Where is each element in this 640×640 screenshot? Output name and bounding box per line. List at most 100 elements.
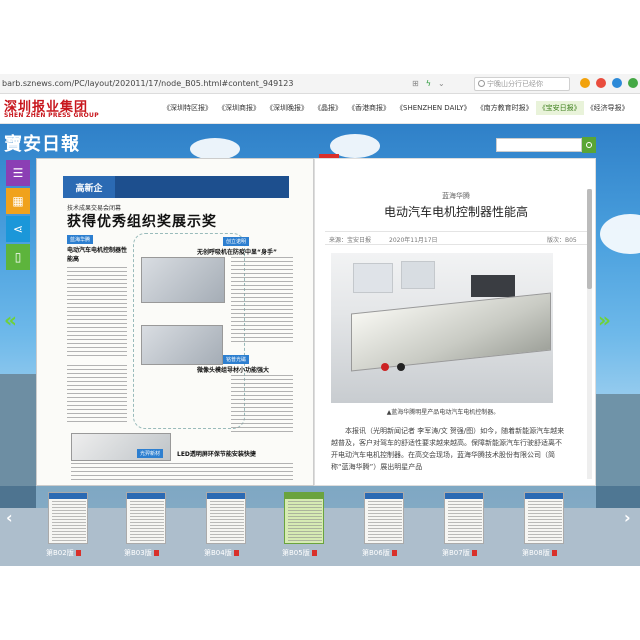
- thumbnail-page[interactable]: [524, 492, 564, 544]
- photo-display: [353, 263, 393, 293]
- article-date: 2020年11月17日: [389, 237, 438, 244]
- prev-page-arrow[interactable]: «: [4, 308, 17, 332]
- product-photo[interactable]: [141, 325, 223, 365]
- browser-search-placeholder: 宁晚山分行已经你: [487, 80, 543, 88]
- article-title: 电动汽车电机控制器性能高: [383, 205, 528, 219]
- browser-search-input[interactable]: 宁晚山分行已经你: [474, 77, 570, 91]
- address-bar-icons: ⊞ ϟ ⌄: [412, 79, 445, 88]
- article-photo[interactable]: [331, 253, 553, 403]
- thumb-lines: [130, 501, 164, 541]
- page-thumbnails: ‹ › 第B02版 第B03版 第B04版 第B05版 第B06版 第B07版 …: [0, 486, 640, 566]
- article-body: 本报讯（光明新闻记者 李军涛/文 贺强/图）如今，随着新能源汽车越来越普及，客户…: [331, 427, 565, 471]
- article-link[interactable]: LED透明屏环保节能安装快捷: [177, 449, 256, 458]
- nav-item[interactable]: 《深圳商报》: [215, 101, 263, 115]
- search-icon: [586, 142, 592, 148]
- page-footer-space: [0, 566, 640, 640]
- thumb-band: [445, 493, 483, 499]
- photo-terminal: [381, 363, 389, 371]
- photo-controller: [351, 292, 551, 372]
- menu-icon: ☰: [12, 166, 24, 180]
- page-header-band: 高新企: [63, 176, 289, 198]
- text-column: [71, 463, 293, 481]
- article-link[interactable]: 微像头模组导材小功能强大: [197, 365, 269, 374]
- thumb-band: [49, 493, 87, 499]
- scrollbar-thumb[interactable]: [587, 189, 592, 289]
- section-label: 铭普光磁: [223, 355, 250, 364]
- photo-terminal: [397, 363, 405, 371]
- site-search-button[interactable]: [582, 137, 596, 153]
- nav-item[interactable]: 《晶报》: [311, 101, 345, 115]
- thumbnail-label[interactable]: 第B05版: [282, 548, 317, 558]
- thumbnail-page[interactable]: [444, 492, 484, 544]
- extension-icon[interactable]: [628, 78, 638, 88]
- article-link[interactable]: 电动汽车电机控制器性能高: [67, 245, 127, 263]
- share-icon: ⋖: [12, 222, 24, 236]
- page-root: barb.sznews.com/PC/layout/202011/17/node…: [0, 0, 640, 640]
- thumb-lines: [52, 501, 86, 541]
- extension-icon[interactable]: [596, 78, 606, 88]
- article-meta: 来源：宝安日报 2020年11月17日 版次：B05: [325, 231, 587, 245]
- thumbnail-label[interactable]: 第B04版: [204, 548, 239, 558]
- section-label: 创立诺明: [223, 237, 250, 246]
- text-column: [67, 267, 127, 357]
- reader-area: 寶安日報 ☰ ▦ ⋖ ▯ « » 高新企 技术成果交易会闭幕 获得优秀组织奖展示…: [0, 124, 640, 508]
- mobile-button[interactable]: ▯: [6, 244, 30, 270]
- url-field[interactable]: barb.sznews.com/PC/layout/202011/17/node…: [2, 79, 412, 88]
- thumb-band: [525, 493, 563, 499]
- thumbnail-page-active[interactable]: [284, 492, 324, 544]
- nav-item[interactable]: 《南方教育时报》: [474, 101, 536, 115]
- side-toolbar: ☰ ▦ ⋖ ▯: [6, 160, 30, 272]
- extension-icon[interactable]: [580, 78, 590, 88]
- thumbnail-label[interactable]: 第B02版: [46, 548, 81, 558]
- nav-item[interactable]: 《香港商报》: [345, 101, 393, 115]
- thumbnail-label[interactable]: 第B06版: [362, 548, 397, 558]
- menu-button[interactable]: ☰: [6, 160, 30, 186]
- nav-item[interactable]: 《深圳特区报》: [160, 101, 215, 115]
- nav-item[interactable]: 《经济导报》: [584, 101, 632, 115]
- thumbnail-page[interactable]: [126, 492, 166, 544]
- thumb-lines: [368, 501, 402, 541]
- thumbs-next-arrow[interactable]: ›: [624, 508, 631, 527]
- newspaper-page[interactable]: 高新企 技术成果交易会闭幕 获得优秀组织奖展示奖 蓝海华腾 电动汽车电机控制器性…: [36, 158, 314, 486]
- thumb-band: [285, 493, 323, 499]
- next-page-arrow[interactable]: »: [598, 308, 611, 332]
- site-header: 深圳报业集团 SHEN ZHEN PRESS GROUP 《深圳特区报》 《深圳…: [0, 94, 640, 124]
- thumb-lines: [288, 501, 322, 541]
- product-photo[interactable]: [141, 257, 225, 303]
- photo-display: [401, 261, 435, 289]
- newspaper-brand: 寶安日報: [4, 134, 80, 155]
- thumb-lines: [210, 501, 244, 541]
- site-search-input[interactable]: [496, 138, 582, 152]
- chevron-down-icon[interactable]: ⌄: [438, 79, 445, 88]
- section-label: 光羿新材: [137, 449, 164, 458]
- article-source: 来源：宝安日报: [329, 237, 372, 244]
- nav-item[interactable]: 《深圳晚报》: [263, 101, 311, 115]
- article-scrollbar[interactable]: [587, 189, 592, 479]
- grid-icon[interactable]: ⊞: [412, 79, 419, 88]
- newspaper-nav: 《深圳特区报》 《深圳商报》 《深圳晚报》 《晶报》 《香港商报》 《SHENZ…: [160, 101, 632, 115]
- nav-item-active[interactable]: 《宝安日报》: [535, 101, 584, 115]
- thumbnail-page[interactable]: [364, 492, 404, 544]
- article-link[interactable]: 无创呼吸机在防疫中显“身手”: [197, 247, 277, 256]
- text-column: [231, 257, 293, 345]
- thumbnail-label[interactable]: 第B07版: [442, 548, 477, 558]
- browser-extensions: [580, 78, 638, 88]
- thumbnail-page[interactable]: [206, 492, 246, 544]
- page-headline[interactable]: 获得优秀组织奖展示奖: [67, 211, 217, 231]
- thumbnail-label[interactable]: 第B03版: [124, 548, 159, 558]
- thumb-lines: [528, 501, 562, 541]
- lightning-icon[interactable]: ϟ: [426, 79, 431, 88]
- thumb-band: [365, 493, 403, 499]
- nav-item[interactable]: 《SHENZHEN DAILY》: [393, 101, 474, 115]
- thumb-band: [207, 493, 245, 499]
- extension-icon[interactable]: [612, 78, 622, 88]
- phone-icon: ▯: [14, 250, 22, 264]
- thumbnail-page[interactable]: [48, 492, 88, 544]
- share-button[interactable]: ⋖: [6, 216, 30, 242]
- article-panel: 蓝海华腾 电动汽车电机控制器性能高 来源：宝安日报 2020年11月17日 版次…: [314, 158, 596, 486]
- thumbs-prev-arrow[interactable]: ‹: [6, 508, 13, 527]
- calendar-button[interactable]: ▦: [6, 188, 30, 214]
- article-edition: 版次：B05: [547, 237, 577, 244]
- thumbnail-label[interactable]: 第B08版: [522, 548, 557, 558]
- section-label: 蓝海华腾: [67, 235, 94, 244]
